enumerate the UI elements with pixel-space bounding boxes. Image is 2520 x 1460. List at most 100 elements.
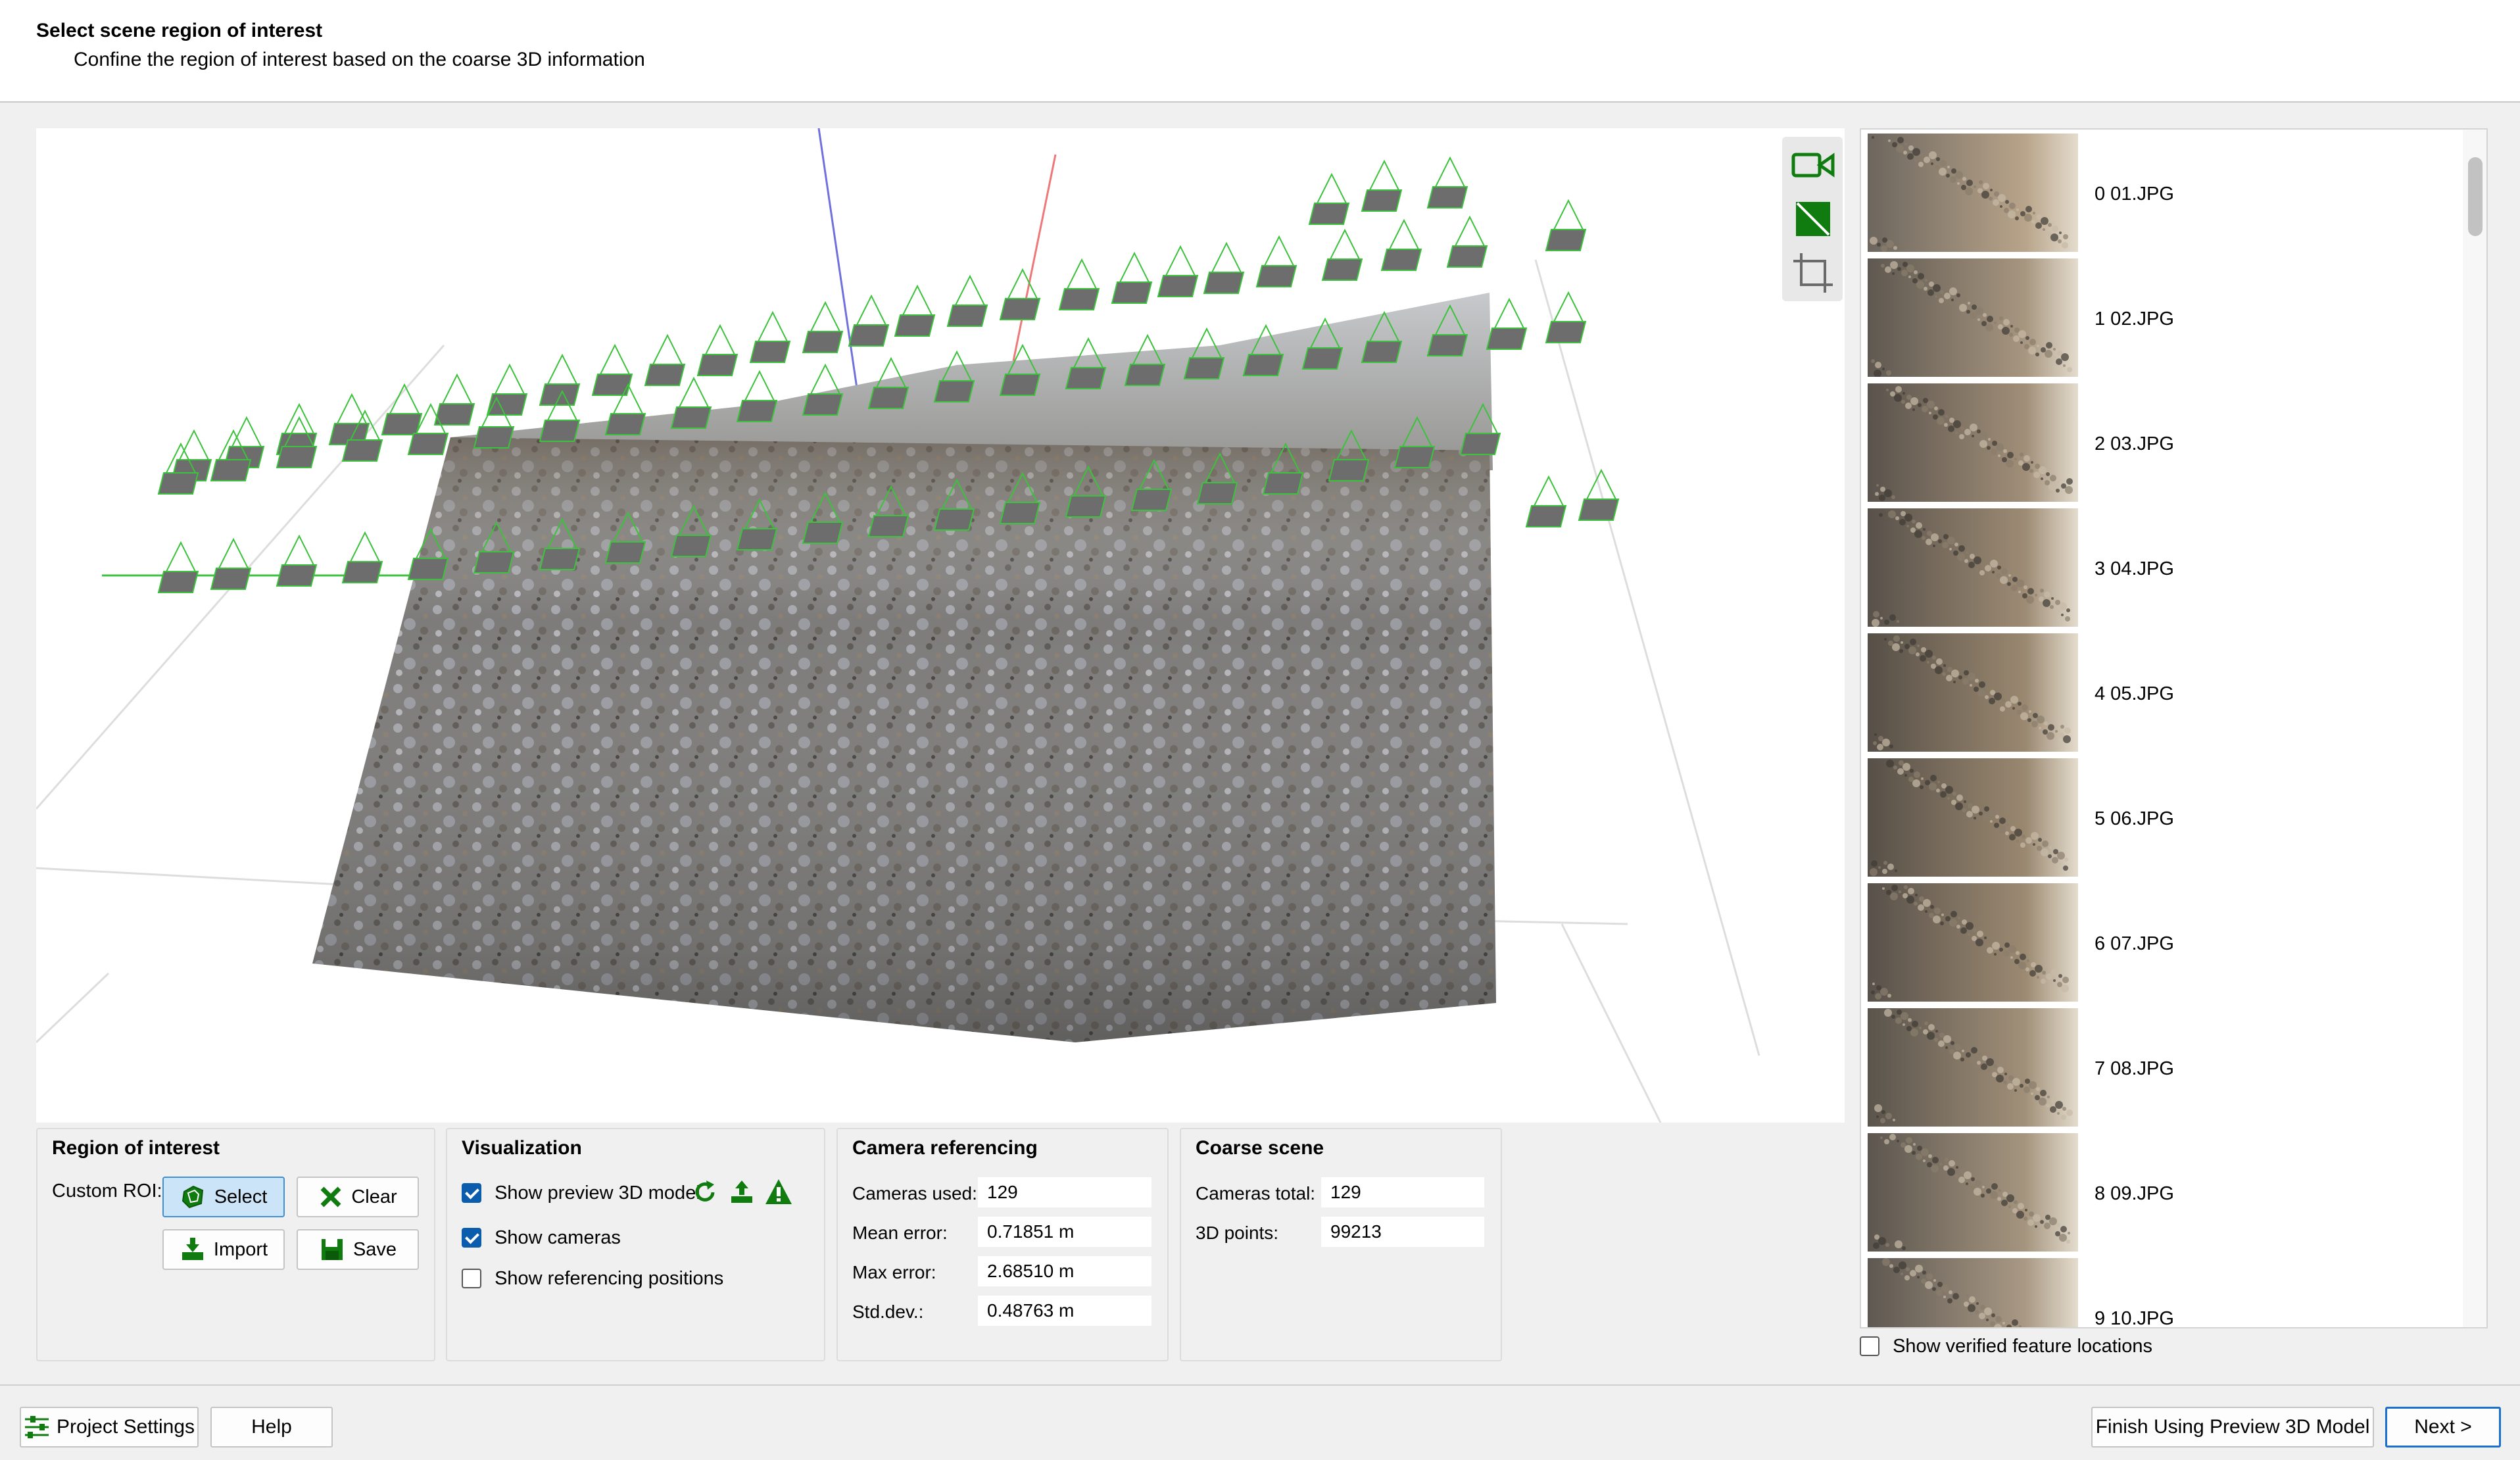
image-filename: 4 05.JPG [2095, 683, 2174, 704]
show-preview-model-row[interactable]: Show preview 3D model [462, 1182, 700, 1204]
show-cameras-checkbox[interactable] [462, 1228, 481, 1248]
image-filename: 3 04.JPG [2095, 558, 2174, 579]
image-filename: 1 02.JPG [2095, 308, 2174, 329]
save-label: Save [352, 1238, 397, 1260]
select-label: Select [214, 1186, 268, 1207]
cameras-total-label: Cameras total: [1196, 1183, 1316, 1204]
image-filename: 5 06.JPG [2095, 808, 2174, 829]
image-list-item[interactable]: 9 10.JPG [1868, 1258, 2473, 1328]
coarse-scene-title: Coarse scene [1196, 1137, 1324, 1159]
image-filename: 2 03.JPG [2095, 433, 2174, 454]
3d-points-field: 99213 [1321, 1216, 1485, 1248]
next-label: Next > [2414, 1416, 2472, 1438]
page-title: Select scene region of interest [36, 20, 323, 41]
clear-x-icon [320, 1186, 341, 1207]
save-disk-icon [321, 1239, 343, 1260]
show-referencing-row[interactable]: Show referencing positions [462, 1267, 723, 1290]
help-button[interactable]: Help [210, 1407, 333, 1448]
image-thumbnail [1868, 1008, 2078, 1127]
select-polygon-icon [182, 1185, 203, 1209]
image-thumbnail [1868, 758, 2078, 877]
visualization-title: Visualization [462, 1137, 582, 1159]
view-toolbar [1782, 137, 1843, 301]
image-filename: 0 01.JPG [2095, 183, 2174, 205]
region-of-interest-group: Region of interest Custom ROI: Select Cl… [36, 1128, 435, 1361]
image-filename: 8 09.JPG [2095, 1183, 2174, 1204]
camera-referencing-group: Camera referencing Cameras used: 129 Mea… [836, 1128, 1169, 1361]
scene-render[interactable] [36, 128, 1845, 1123]
image-thumbnail [1868, 1133, 2078, 1252]
image-filename: 7 08.JPG [2095, 1058, 2174, 1079]
toggle-model-icon[interactable] [1789, 195, 1836, 242]
image-thumbnail [1868, 134, 2078, 252]
warning-icon[interactable] [764, 1178, 793, 1205]
image-thumbnail [1868, 383, 2078, 502]
visualization-group: Visualization Show preview 3D model Show… [446, 1128, 825, 1361]
project-settings-button[interactable]: Project Settings [20, 1407, 199, 1448]
std-dev-field: 0.48763 m [977, 1295, 1152, 1326]
mean-error-field: 0.71851 m [977, 1216, 1152, 1248]
image-list-item[interactable]: 1 02.JPG [1868, 258, 2473, 383]
refresh-icon[interactable] [692, 1179, 718, 1205]
import-button[interactable]: Import [162, 1229, 285, 1270]
image-thumbnail [1868, 258, 2078, 377]
max-error-field: 2.68510 m [977, 1255, 1152, 1287]
image-thumbnail [1868, 508, 2078, 627]
show-preview-model-checkbox[interactable] [462, 1183, 481, 1204]
show-referencing-checkbox[interactable] [462, 1269, 481, 1289]
sliders-icon [24, 1416, 49, 1438]
image-list-item[interactable]: 7 08.JPG [1868, 1008, 2473, 1133]
image-list-item[interactable]: 0 01.JPG [1868, 134, 2473, 258]
custom-roi-label: Custom ROI: [52, 1180, 162, 1202]
wizard-footer: Project Settings Help Finish Using Previ… [0, 1384, 2520, 1460]
import-label: Import [213, 1238, 268, 1260]
3d-viewport[interactable] [36, 128, 1845, 1123]
std-dev-label: Std.dev.: [852, 1302, 924, 1322]
image-list[interactable]: 0 01.JPG 1 02.JPG 2 03.JPG 3 04.JPG 4 05.JPG… [1860, 128, 2488, 1328]
show-verified-checkbox[interactable] [1860, 1336, 1879, 1357]
image-list-item[interactable]: 5 06.JPG [1868, 758, 2473, 883]
show-referencing-label: Show referencing positions [495, 1267, 724, 1289]
import-icon [182, 1238, 203, 1260]
camera-referencing-title: Camera referencing [852, 1137, 1038, 1159]
mean-error-label: Mean error: [852, 1223, 948, 1243]
save-button[interactable]: Save [297, 1229, 419, 1270]
finish-preview-label: Finish Using Preview 3D Model [2095, 1416, 2370, 1438]
select-button[interactable]: Select [162, 1177, 285, 1217]
wizard-header: Select scene region of interest Confine … [0, 0, 2520, 103]
image-list-item[interactable]: 2 03.JPG [1868, 383, 2473, 508]
finish-preview-button[interactable]: Finish Using Preview 3D Model [2091, 1407, 2374, 1448]
cameras-used-label: Cameras used: [852, 1183, 977, 1204]
cameras-used-field: 129 [977, 1177, 1152, 1208]
image-thumbnail [1868, 1258, 2078, 1327]
image-list-item[interactable]: 8 09.JPG [1868, 1133, 2473, 1258]
max-error-label: Max error: [852, 1262, 936, 1282]
next-button[interactable]: Next > [2385, 1407, 2501, 1448]
show-cameras-label: Show cameras [495, 1227, 621, 1248]
show-verified-row[interactable]: Show verified feature locations [1860, 1335, 2152, 1361]
scrollbar-thumb[interactable] [2468, 157, 2483, 236]
camera-view-icon[interactable] [1789, 141, 1836, 188]
help-label: Help [251, 1416, 292, 1438]
coarse-scene-group: Coarse scene Cameras total: 129 3D point… [1180, 1128, 1502, 1361]
project-settings-label: Project Settings [56, 1416, 195, 1438]
image-filename: 6 07.JPG [2095, 933, 2174, 954]
clear-button[interactable]: Clear [297, 1177, 419, 1217]
export-icon[interactable] [729, 1179, 755, 1205]
image-list-item[interactable]: 3 04.JPG [1868, 508, 2473, 633]
image-list-item[interactable]: 6 07.JPG [1868, 883, 2473, 1008]
page-subtitle: Confine the region of interest based on … [74, 49, 645, 70]
image-list-scrollbar[interactable] [2463, 130, 2486, 1327]
cameras-total-field: 129 [1321, 1177, 1485, 1208]
show-verified-label: Show verified feature locations [1893, 1335, 2153, 1357]
crop-box-icon[interactable] [1789, 249, 1836, 296]
show-cameras-row[interactable]: Show cameras [462, 1227, 621, 1249]
3d-points-label: 3D points: [1196, 1223, 1279, 1243]
image-thumbnail [1868, 883, 2078, 1002]
image-list-item[interactable]: 4 05.JPG [1868, 633, 2473, 758]
image-filename: 9 10.JPG [2095, 1308, 2174, 1328]
image-thumbnail [1868, 633, 2078, 752]
roi-title: Region of interest [52, 1137, 220, 1159]
show-preview-model-label: Show preview 3D model [495, 1182, 700, 1204]
clear-label: Clear [351, 1186, 397, 1207]
